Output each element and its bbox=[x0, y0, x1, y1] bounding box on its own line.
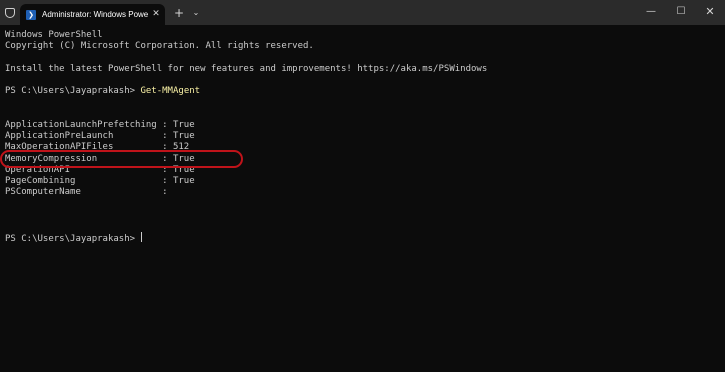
tab-powershell[interactable]: ❯ Administrator: Windows Powe ✕ bbox=[20, 4, 165, 25]
copyright-line: Copyright (C) Microsoft Corporation. All… bbox=[5, 41, 314, 51]
terminal-window: ❯ Administrator: Windows Powe ✕ + ⌄ — ☐ … bbox=[0, 0, 725, 372]
highlight-annotation bbox=[0, 150, 243, 168]
close-tab-button[interactable]: ✕ bbox=[150, 8, 162, 21]
install-line: Install the latest PowerShell for new fe… bbox=[5, 64, 488, 74]
tab-title: Administrator: Windows Powe bbox=[42, 10, 149, 19]
minimize-button[interactable]: — bbox=[636, 2, 666, 22]
final-prompt-line[interactable]: PS C:\Users\Jayaprakash> bbox=[5, 232, 143, 244]
shield-icon bbox=[5, 8, 15, 18]
close-window-button[interactable]: ✕ bbox=[695, 2, 725, 22]
chevron-down-icon[interactable]: ⌄ bbox=[190, 6, 202, 20]
powershell-icon: ❯ bbox=[26, 10, 36, 20]
prompt: PS C:\Users\Jayaprakash> bbox=[5, 86, 141, 96]
text-cursor bbox=[141, 232, 143, 242]
prompt: PS C:\Users\Jayaprakash> bbox=[5, 234, 141, 244]
command-text: Get-MMAgent bbox=[140, 86, 201, 96]
terminal-output[interactable]: Windows PowerShell Copyright (C) Microso… bbox=[0, 25, 725, 372]
new-tab-button[interactable]: + bbox=[172, 6, 186, 20]
maximize-button[interactable]: ☐ bbox=[666, 2, 696, 22]
output-line: PSComputerName : bbox=[5, 187, 168, 197]
title-bar: ❯ Administrator: Windows Powe ✕ + ⌄ — ☐ … bbox=[0, 0, 725, 25]
command-line: PS C:\Users\Jayaprakash> Get-MMAgent bbox=[5, 85, 200, 97]
